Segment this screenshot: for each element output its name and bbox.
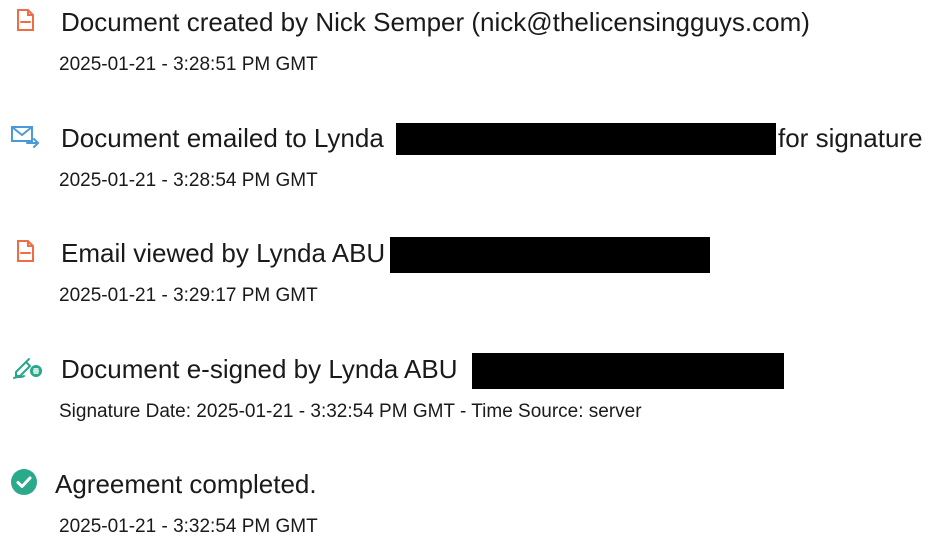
event-email-viewed: Email viewed by Lynda ABU 2025-01-21 - 3… [0, 231, 928, 311]
event-timestamp: 2025-01-21 - 3:29:17 PM GMT [59, 285, 318, 306]
event-document-emailed: Document emailed to Lynda for signature … [0, 116, 928, 196]
email-forward-icon [10, 122, 39, 150]
redaction-block [472, 353, 784, 389]
event-title-suffix: for signature [778, 123, 923, 153]
event-title: Agreement completed. [55, 469, 317, 499]
event-title: Document created by Nick Semper (nick@th… [61, 7, 810, 37]
e-sign-icon [10, 353, 42, 381]
event-title-prefix: Document emailed to Lynda [61, 123, 384, 153]
check-circle-icon [10, 468, 38, 496]
redaction-block [390, 237, 710, 273]
event-timestamp: 2025-01-21 - 3:32:54 PM GMT [59, 516, 318, 537]
event-timestamp: 2025-01-21 - 3:28:54 PM GMT [59, 170, 318, 191]
event-title-prefix: Email viewed by Lynda ABU [61, 238, 386, 268]
event-timestamp: 2025-01-21 - 3:28:51 PM GMT [59, 54, 318, 75]
redaction-block [396, 123, 776, 155]
event-agreement-completed: Agreement completed. 2025-01-21 - 3:32:5… [0, 462, 928, 542]
event-title-prefix: Document e-signed by Lynda ABU [61, 354, 458, 384]
event-document-esigned: Document e-signed by Lynda ABU Signature… [0, 347, 928, 427]
document-icon [11, 237, 39, 265]
event-signature-details: Signature Date: 2025-01-21 - 3:32:54 PM … [59, 401, 642, 422]
event-document-created: Document created by Nick Semper (nick@th… [0, 0, 928, 80]
document-icon [11, 6, 39, 34]
